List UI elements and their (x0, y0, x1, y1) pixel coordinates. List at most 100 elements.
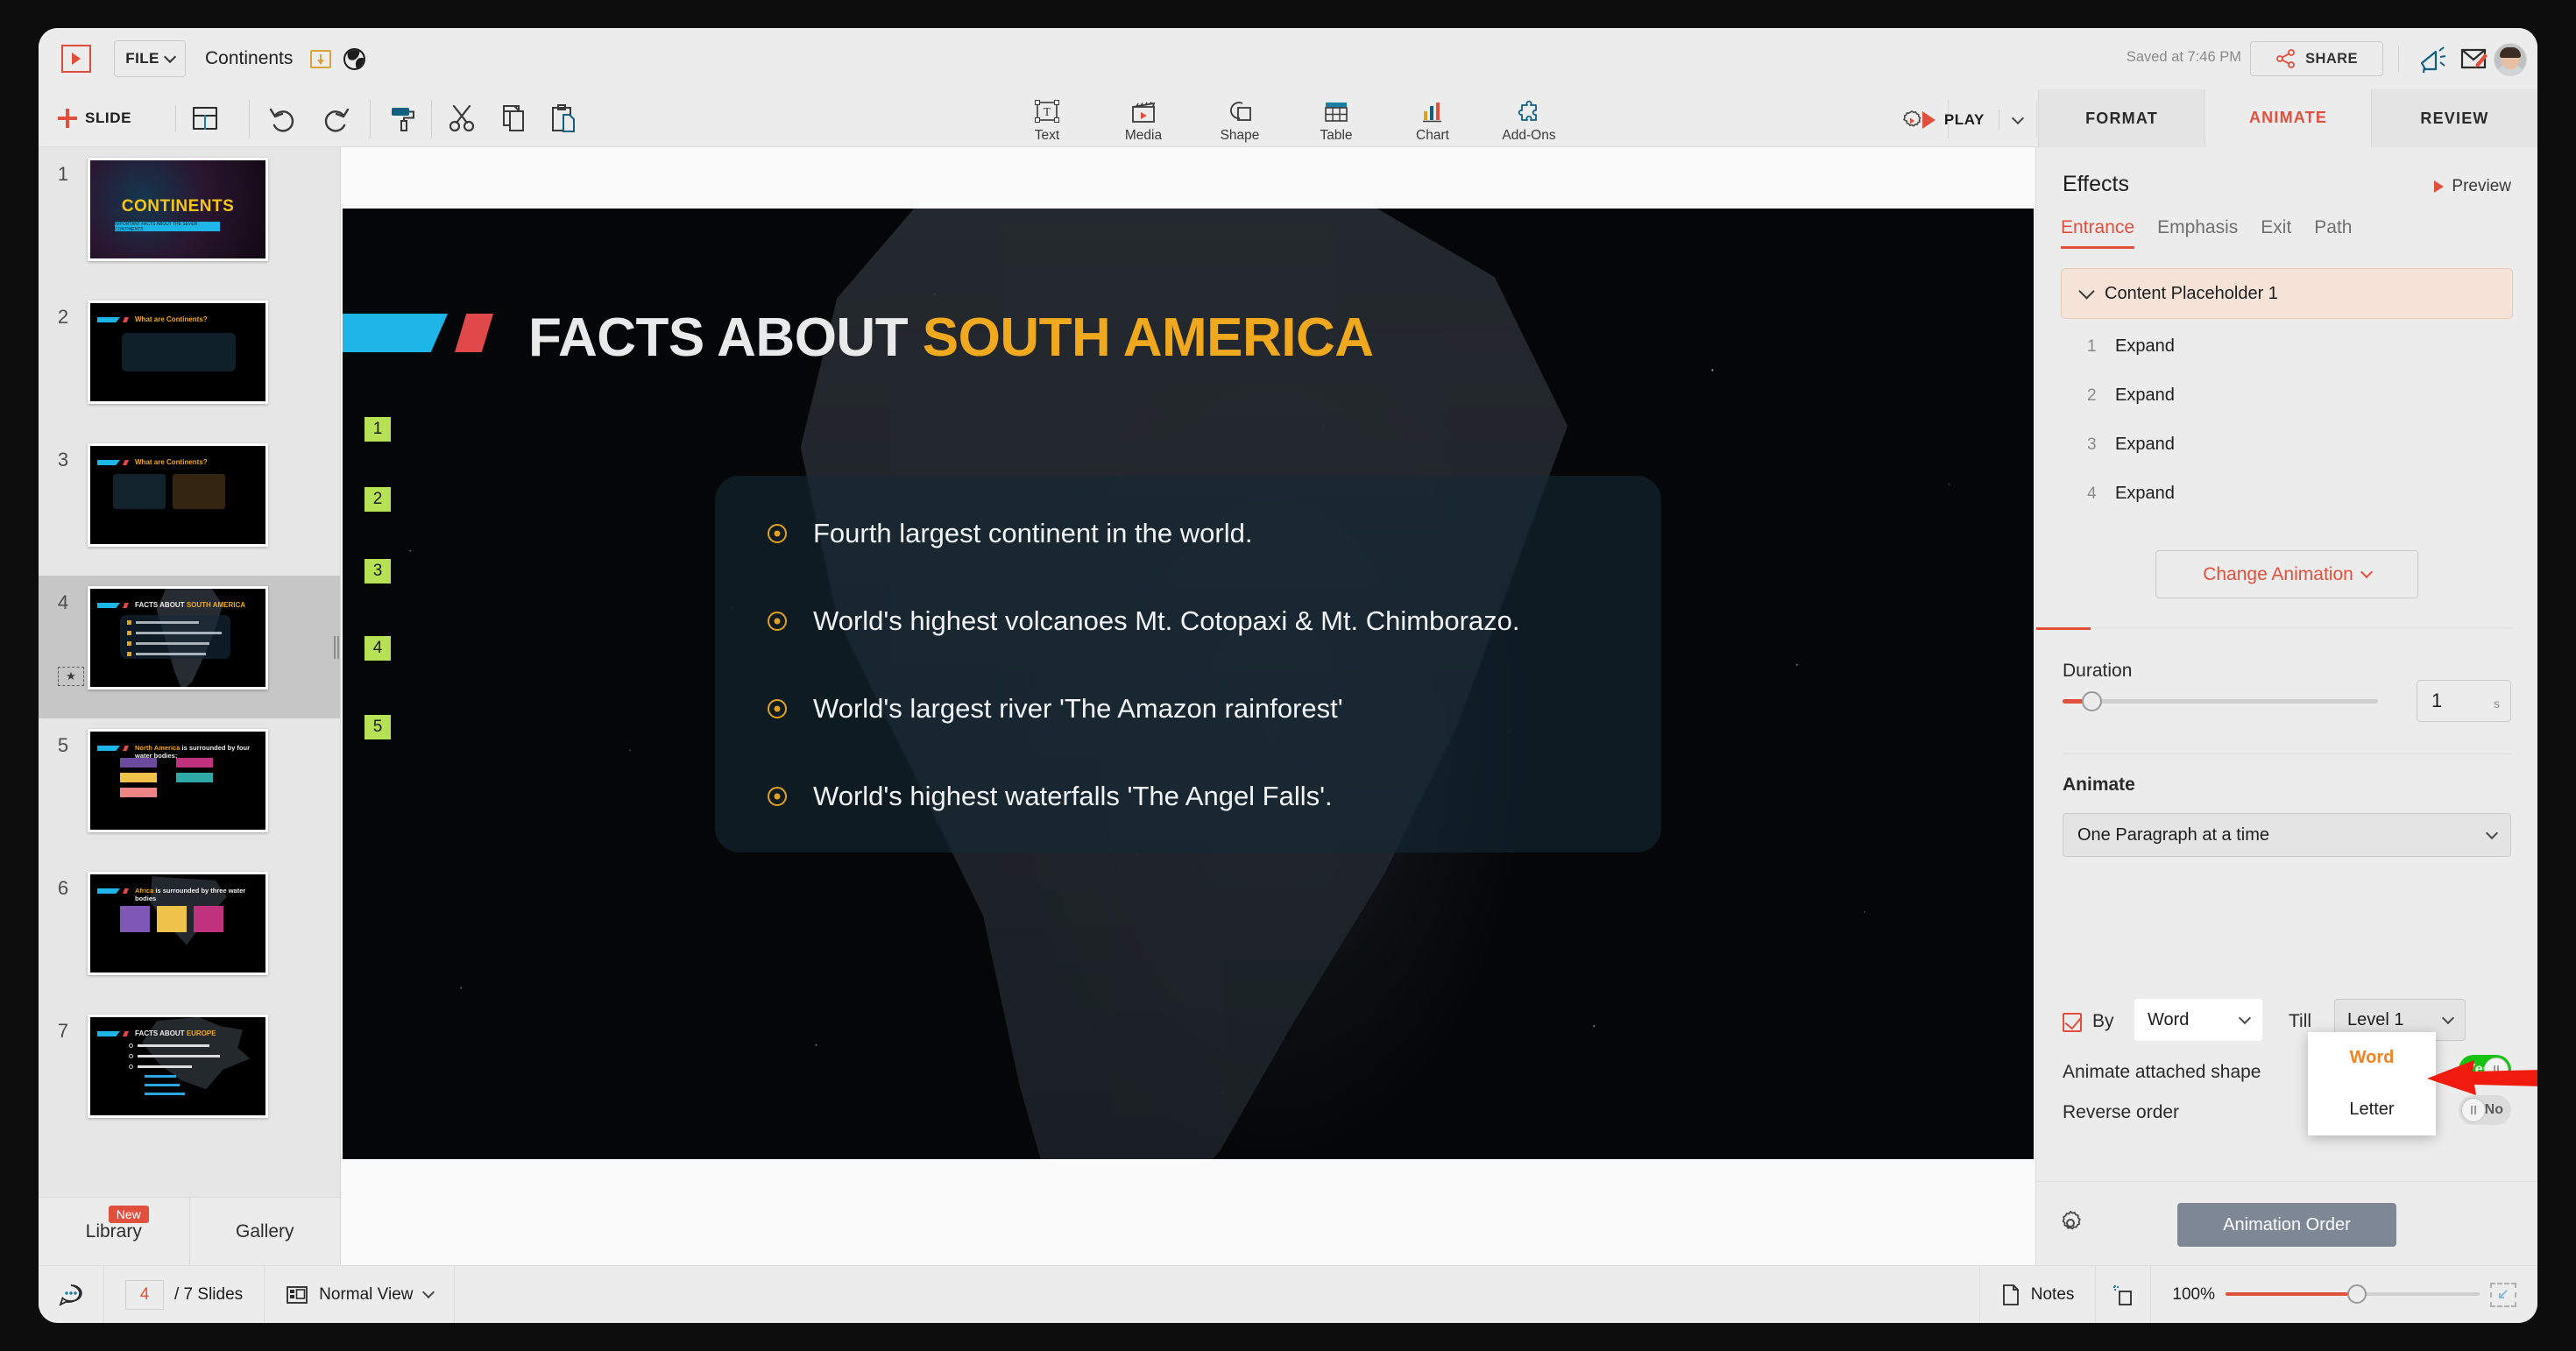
thumbnail-row-3[interactable]: 3 What are Continents? (39, 433, 340, 576)
thumbnail-slide-5[interactable]: North America is surrounded by four wate… (88, 729, 268, 832)
current-slide-input[interactable]: 4 (125, 1279, 164, 1310)
megaphone-icon[interactable] (2418, 46, 2448, 74)
tab-entrance[interactable]: Entrance (2061, 217, 2135, 249)
user-avatar[interactable] (2494, 43, 2527, 76)
duration-label: Duration (2063, 661, 2133, 681)
reverse-order-toggle[interactable]: No (2459, 1095, 2511, 1125)
bullet-item[interactable]: World's highest volcanoes Mt. Cotopaxi &… (768, 605, 1520, 637)
notes-button[interactable]: Notes (1980, 1266, 2096, 1324)
thumbnail-row-6[interactable]: 6 Africa is surrounded by three water bo… (39, 861, 340, 1004)
dropdown-option-word[interactable]: Word (2308, 1032, 2436, 1084)
bullet-item[interactable]: World's largest river 'The Amazon rainfo… (768, 693, 1343, 725)
add-slide-button[interactable]: SLIDE (58, 101, 131, 136)
file-menu-button[interactable]: FILE (114, 40, 186, 77)
effect-row-3[interactable]: 3 Expand (2087, 435, 2175, 455)
divider (370, 100, 371, 138)
share-button[interactable]: SHARE (2250, 41, 2383, 76)
slide-title[interactable]: FACTS ABOUT SOUTH AMERICA (528, 307, 1374, 369)
animation-marker-5[interactable]: 5 (364, 715, 391, 739)
copy-icon[interactable] (498, 103, 529, 133)
thumbnail-slide-1[interactable]: CONTINENTS IMPORTANT FACTS ABOUT THE SEV… (88, 158, 268, 261)
effect-name: Expand (2115, 484, 2175, 503)
tab-animate[interactable]: ANIMATE (2204, 89, 2371, 147)
plus-icon (58, 109, 77, 128)
by-select[interactable]: Word (2134, 999, 2262, 1041)
library-tab[interactable]: New Library (39, 1198, 189, 1265)
fullscreen-icon[interactable] (2490, 1282, 2516, 1307)
thumbnail-slide-4[interactable]: FACTS ABOUT SOUTH AMERICA (88, 586, 268, 690)
thumbnail-row-5[interactable]: 5 North America is surrounded by four wa… (39, 718, 340, 861)
insert-media-label: Media (1124, 128, 1163, 143)
thumbnail-row-1[interactable]: 1 CONTINENTS IMPORTANT FACTS ABOUT THE S… (39, 147, 340, 290)
tab-path[interactable]: Path (2314, 217, 2352, 249)
cut-icon[interactable] (447, 103, 478, 133)
redo-icon[interactable] (319, 103, 350, 133)
duration-input[interactable]: 1 s (2417, 680, 2511, 722)
chevron-down-icon[interactable] (2011, 111, 2025, 124)
thumbnail-slide-7[interactable]: FACTS ABOUT EUROPE (88, 1015, 268, 1118)
insert-media-button[interactable]: Media (1095, 95, 1192, 144)
slide-thumbnail-panel[interactable]: 1 CONTINENTS IMPORTANT FACTS ABOUT THE S… (39, 147, 341, 1265)
insert-addons-button[interactable]: Add-Ons (1481, 95, 1577, 144)
gallery-tab[interactable]: Gallery (188, 1198, 341, 1265)
effect-row-4[interactable]: 4 Expand (2087, 484, 2175, 504)
paste-icon[interactable] (548, 103, 580, 133)
thumbnail-row-4[interactable]: 4 FACTS ABOUT SOUTH AMERICA ★ (39, 576, 340, 718)
zoom-slider[interactable] (2226, 1284, 2480, 1304)
dropdown-option-letter[interactable]: Letter (2308, 1084, 2436, 1135)
slide-layout-icon[interactable] (193, 107, 217, 130)
content-placeholder-row[interactable]: Content Placeholder 1 (2061, 268, 2513, 319)
play-button[interactable]: PLAY (1921, 105, 2025, 135)
undo-icon[interactable] (268, 103, 300, 133)
panel-resize-handle[interactable] (332, 633, 340, 661)
thumbnail-row-7[interactable]: 7 FACTS ABOUT EUROPE (39, 1004, 340, 1147)
thumbnail-slide-6[interactable]: Africa is surrounded by three water bodi… (88, 872, 268, 975)
animation-marker-1[interactable]: 1 (364, 417, 391, 442)
tab-emphasis[interactable]: Emphasis (2157, 217, 2238, 249)
folder-save-icon[interactable] (310, 49, 331, 68)
thumbnail-list[interactable]: 1 CONTINENTS IMPORTANT FACTS ABOUT THE S… (39, 147, 340, 1197)
fit-to-slide-button[interactable] (2096, 1266, 2150, 1324)
format-painter-icon[interactable] (387, 103, 419, 133)
globe-icon[interactable] (343, 47, 365, 70)
thumbnail-number: 4 (57, 591, 69, 613)
gallery-label: Gallery (235, 1220, 294, 1241)
zoho-show-logo[interactable] (54, 39, 98, 78)
animation-order-button[interactable]: Animation Order (2177, 1203, 2396, 1247)
tab-exit[interactable]: Exit (2261, 217, 2291, 249)
bullet-item[interactable]: World's highest waterfalls 'The Angel Fa… (768, 781, 1333, 812)
thumbnail-row-2[interactable]: 2 What are Continents? (39, 290, 340, 433)
effect-row-2[interactable]: 2 Expand (2087, 385, 2175, 406)
gear-play-icon[interactable] (1900, 109, 1924, 133)
animation-marker-4[interactable]: 4 (364, 636, 391, 661)
by-dropdown-menu[interactable]: Word Letter (2308, 1032, 2436, 1135)
comments-button[interactable] (39, 1266, 103, 1324)
compose-mail-icon[interactable] (2460, 46, 2488, 71)
effect-index: 3 (2087, 435, 2097, 454)
duration-slider[interactable] (2063, 691, 2378, 711)
view-mode-selector[interactable]: Normal View (265, 1266, 453, 1324)
slider-knob[interactable] (2347, 1284, 2367, 1304)
slider-knob[interactable] (2081, 691, 2102, 711)
preview-button[interactable]: Preview (2434, 177, 2511, 196)
gear-icon[interactable] (2057, 1210, 2084, 1236)
insert-table-button[interactable]: Table (1288, 95, 1384, 144)
tab-format[interactable]: FORMAT (2038, 89, 2204, 147)
tab-review[interactable]: REVIEW (2371, 89, 2537, 147)
insert-shape-button[interactable]: Shape (1192, 95, 1288, 144)
slide-editor[interactable]: FACTS ABOUT SOUTH AMERICA 1 2 3 4 5 Four… (343, 209, 2034, 1159)
thumbnail-slide-3[interactable]: What are Continents? (88, 443, 268, 547)
insert-chart-button[interactable]: Chart (1384, 95, 1481, 144)
insert-text-button[interactable]: T Text (999, 95, 1095, 144)
document-title[interactable]: Continents (205, 40, 293, 77)
animate-mode-select[interactable]: One Paragraph at a time (2063, 813, 2511, 857)
effect-row-1[interactable]: 1 Expand (2087, 336, 2175, 357)
by-value: Word (2148, 1009, 2190, 1029)
animation-marker-3[interactable]: 3 (364, 559, 391, 584)
bullet-item[interactable]: Fourth largest continent in the world. (768, 518, 1252, 549)
animation-marker-2[interactable]: 2 (364, 487, 391, 512)
by-checkbox[interactable] (2063, 1013, 2082, 1032)
thumbnail-slide-2[interactable]: What are Continents? (88, 301, 268, 404)
change-animation-button[interactable]: Change Animation (2155, 550, 2418, 598)
animation-indicator-badge[interactable]: ★ (58, 667, 84, 686)
